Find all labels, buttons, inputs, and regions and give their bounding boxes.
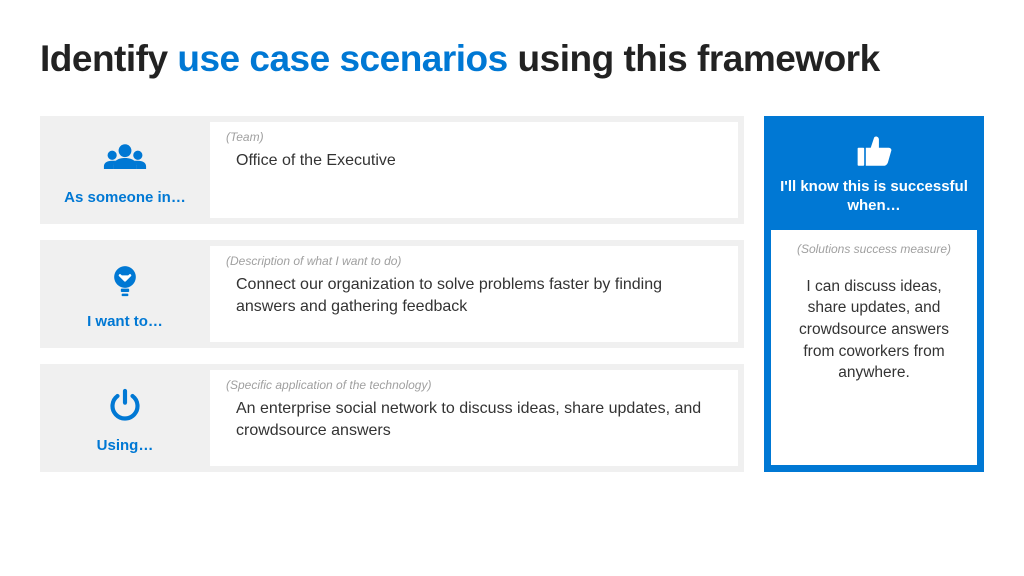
slide-title: Identify use case scenarios using this f… [40,38,984,80]
success-body: (Solutions success measure) I can discus… [771,230,977,466]
success-hint: (Solutions success measure) [785,242,963,256]
row-goal: I want to… (Description of what I want t… [40,240,744,348]
row-technology-hint: (Specific application of the technology) [226,378,722,392]
title-part2: using this framework [508,38,880,79]
slide: Identify use case scenarios using this f… [0,0,1024,472]
success-header: I'll know this is successful when… [771,123,977,230]
title-part1: Identify [40,38,177,79]
row-goal-value: Connect our organization to solve proble… [226,274,706,317]
lightbulb-icon [103,262,147,313]
people-icon [103,138,147,189]
success-label: I'll know this is successful when… [779,178,969,216]
row-persona: As someone in… (Team) Office of the Exec… [40,116,744,224]
row-persona-label-text: As someone in… [64,189,186,206]
row-persona-value: Office of the Executive [226,150,706,172]
framework-rows: As someone in… (Team) Office of the Exec… [40,116,744,472]
row-goal-label: I want to… [40,240,210,348]
row-goal-content: (Description of what I want to do) Conne… [210,246,738,342]
title-accent: use case scenarios [177,38,507,79]
row-goal-label-text: I want to… [87,313,163,330]
row-persona-content: (Team) Office of the Executive [210,122,738,218]
row-technology-value: An enterprise social network to discuss … [226,398,706,441]
row-persona-label: As someone in… [40,116,210,224]
row-persona-hint: (Team) [226,130,722,144]
success-value: I can discuss ideas, share updates, and … [785,276,963,384]
content-grid: As someone in… (Team) Office of the Exec… [40,116,984,472]
row-technology-label: Using… [40,364,210,472]
row-goal-hint: (Description of what I want to do) [226,254,722,268]
row-technology-content: (Specific application of the technology)… [210,370,738,466]
row-technology: Using… (Specific application of the tech… [40,364,744,472]
power-icon [103,386,147,437]
row-technology-label-text: Using… [97,437,154,454]
success-panel: I'll know this is successful when… (Solu… [764,116,984,472]
thumbs-up-icon [854,160,894,177]
